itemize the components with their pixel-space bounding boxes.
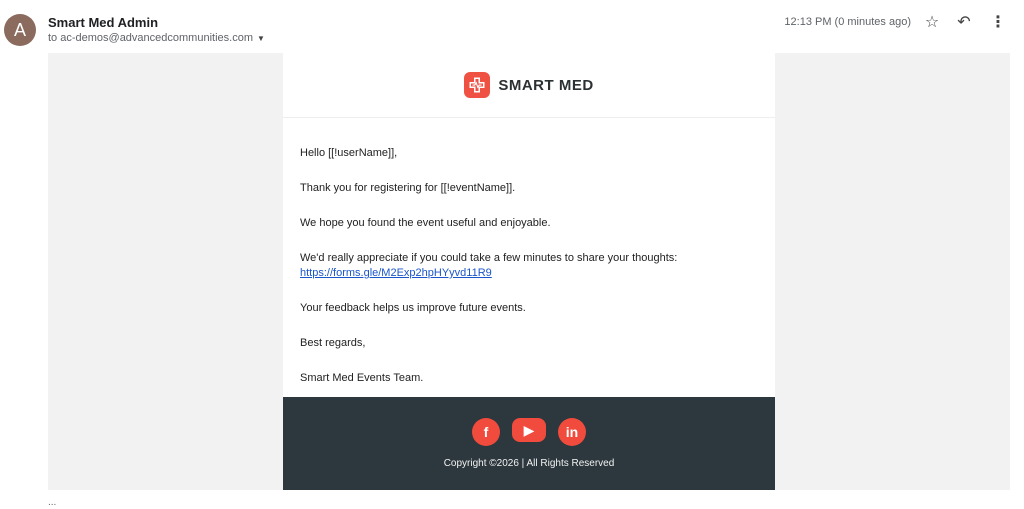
email-content: Hello [[!userName]], Thank you for regis… bbox=[283, 118, 775, 386]
star-icon[interactable]: ☆ bbox=[922, 12, 942, 32]
copyright-text: Copyright ©2026 | All Rights Reserved bbox=[443, 458, 615, 469]
smart-med-logo-icon bbox=[464, 72, 491, 98]
facebook-icon[interactable]: f bbox=[472, 418, 500, 446]
youtube-icon[interactable]: ▶ bbox=[512, 418, 546, 442]
avatar: A bbox=[4, 14, 36, 46]
recipient-line[interactable]: to ac-demos@advancedcommunities.com ▼ bbox=[48, 32, 265, 44]
hope-text: We hope you found the event useful and e… bbox=[300, 217, 551, 229]
chevron-down-icon[interactable]: ▼ bbox=[257, 34, 265, 43]
feedback-request-text: We'd really appreciate if you could take… bbox=[300, 252, 678, 264]
sender-name: Smart Med Admin bbox=[48, 15, 159, 30]
brand-header: SMART MED bbox=[283, 53, 775, 118]
trailing-dots: ... bbox=[48, 497, 57, 508]
email-footer: f ▶ in Copyright ©2026 | All Rights Rese… bbox=[283, 397, 775, 490]
recipient-text: to ac-demos@advancedcommunities.com bbox=[48, 32, 253, 44]
best-regards-text: Best regards, bbox=[300, 337, 366, 349]
social-links: f ▶ in bbox=[472, 418, 586, 446]
reply-icon[interactable]: ↶ bbox=[954, 12, 974, 32]
feedback-form-link[interactable]: https://forms.gle/M2Exp2hpHYyvd11R9 bbox=[300, 267, 492, 279]
more-icon[interactable]: ⋮ bbox=[988, 12, 1008, 32]
linkedin-icon[interactable]: in bbox=[558, 418, 586, 446]
thanks-text: Thank you for registering for [[!eventNa… bbox=[300, 182, 516, 194]
feedback-request: We'd really appreciate if you could take… bbox=[300, 251, 758, 281]
email-card: SMART MED Hello [[!userName]], Thank you… bbox=[283, 53, 775, 490]
team-signature: Smart Med Events Team. bbox=[300, 372, 424, 384]
brand-name: SMART MED bbox=[498, 76, 594, 94]
timestamp: 12:13 PM (0 minutes ago) bbox=[784, 16, 911, 28]
greeting-text: Hello [[!userName]], bbox=[300, 147, 398, 159]
feedback-text: Your feedback helps us improve future ev… bbox=[300, 302, 526, 314]
